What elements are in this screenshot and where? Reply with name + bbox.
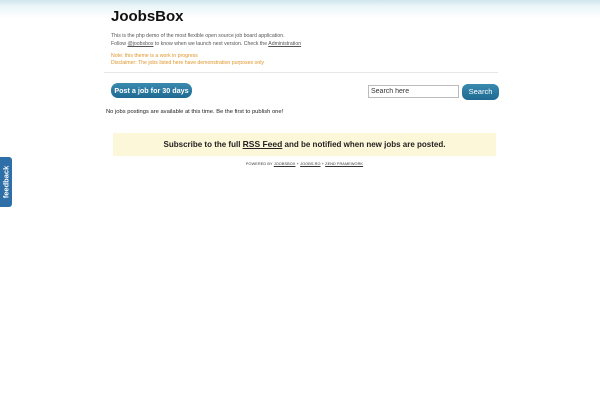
subscribe-prefix: Subscribe to the full bbox=[163, 140, 243, 149]
footer-link-joobsbox[interactable]: JOOBSBOX bbox=[274, 162, 296, 166]
intro-follow-middle: to know when we launch next version. Che… bbox=[153, 41, 269, 47]
administration-link[interactable]: Administration bbox=[268, 41, 301, 47]
footer-link-joobsro[interactable]: JOOBS.RO bbox=[300, 162, 320, 166]
theme-note: Note: this theme is a work in progress bbox=[111, 53, 198, 59]
notes: Note: this theme is a work in progress D… bbox=[111, 53, 501, 67]
no-jobs-message: No jobs postings are available at this t… bbox=[106, 109, 284, 115]
intro-line-2: Follow @joobsbox to know when we launch … bbox=[111, 40, 501, 48]
search-input[interactable] bbox=[368, 85, 459, 98]
footer-powered-by: POWERED BY bbox=[245, 162, 274, 166]
site-header: JoobsBox bbox=[111, 8, 501, 26]
intro-text: This is the php demo of the most flexibl… bbox=[111, 32, 501, 48]
site-title[interactable]: JoobsBox bbox=[111, 8, 501, 26]
disclaimer: Disclaimer: The jobs listed here have de… bbox=[111, 60, 265, 66]
feedback-tab[interactable]: feedback bbox=[0, 157, 12, 207]
intro-follow-prefix: Follow bbox=[111, 41, 128, 47]
header-divider bbox=[104, 72, 498, 73]
footer: POWERED BY JOOBSBOX + JOOBS.RO + ZEND FR… bbox=[113, 162, 496, 166]
subscribe-suffix: and be notified when new jobs are posted… bbox=[282, 140, 446, 149]
footer-link-zend[interactable]: ZEND FRAMEWORK bbox=[325, 162, 363, 166]
intro-line-1: This is the php demo of the most flexibl… bbox=[111, 33, 285, 39]
rss-feed-link[interactable]: RSS Feed bbox=[243, 139, 283, 149]
subscribe-banner: Subscribe to the full RSS Feed and be no… bbox=[113, 133, 496, 156]
post-job-button[interactable]: Post a job for 30 days bbox=[111, 83, 192, 98]
search-button[interactable]: Search bbox=[462, 84, 499, 100]
feedback-label: feedback bbox=[1, 165, 11, 199]
twitter-follow-link[interactable]: @joobsbox bbox=[127, 41, 153, 47]
